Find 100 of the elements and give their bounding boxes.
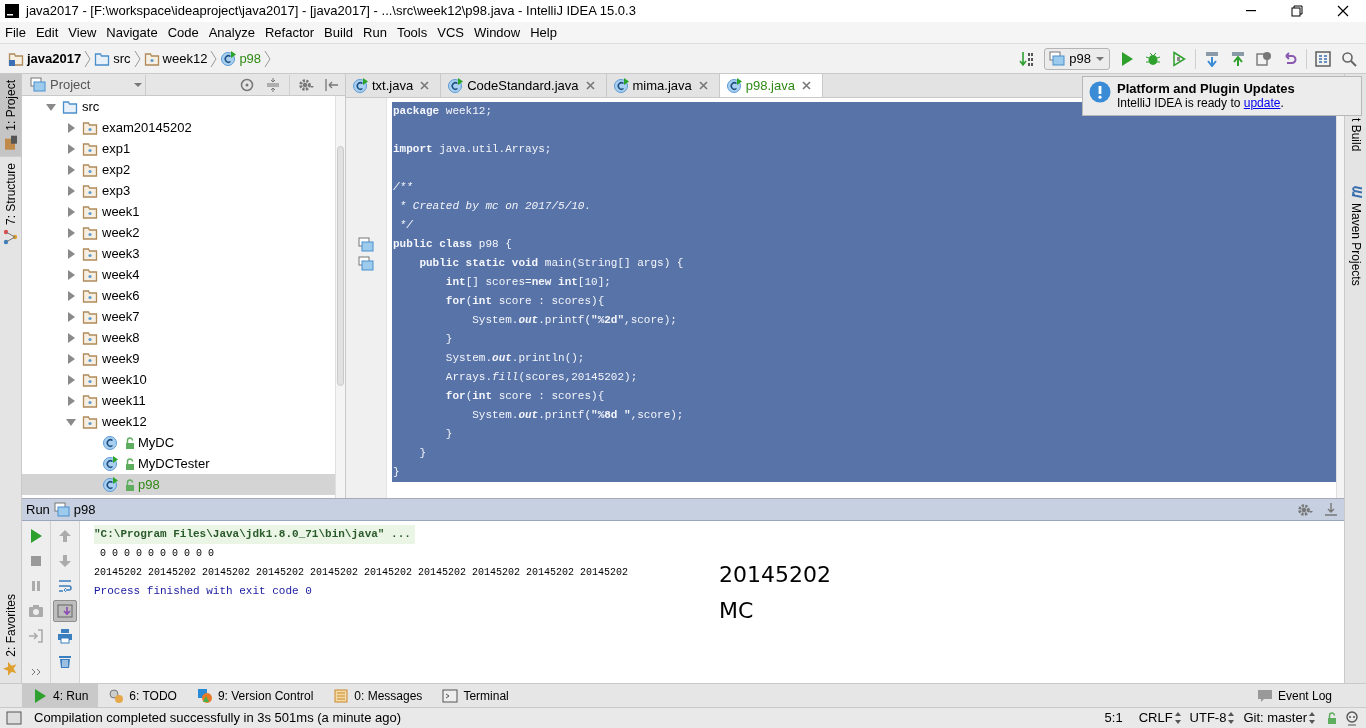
package-folder-icon: [82, 203, 98, 220]
tree-item[interactable]: week4: [22, 264, 335, 285]
tree-item[interactable]: week1: [22, 201, 335, 222]
inspector-icon: [1344, 710, 1360, 726]
menu-item[interactable]: File: [0, 22, 31, 43]
menu-item[interactable]: Code: [162, 22, 204, 43]
package-folder-icon: [82, 350, 98, 367]
encoding-selector[interactable]: UTF-8: [1189, 708, 1236, 728]
tool-window-tab[interactable]: 6: TODO: [98, 684, 187, 707]
scrollbar-thumb[interactable]: [337, 146, 344, 386]
source-folder-icon: [62, 98, 78, 115]
tree-item[interactable]: week3: [22, 243, 335, 264]
overlay-text: MC: [719, 597, 755, 625]
grid-icon: [1315, 50, 1331, 67]
tree-item[interactable]: week11: [22, 390, 335, 411]
package-folder-icon: [82, 224, 98, 241]
editor-tab[interactable]: txt.java: [346, 74, 442, 97]
panel-title: Run: [26, 500, 50, 519]
menu-item[interactable]: Build: [319, 22, 358, 43]
up-arrow-icon: [57, 528, 73, 544]
console-line: Process finished with exit code 0: [94, 585, 312, 597]
tree-item[interactable]: exp3: [22, 180, 335, 201]
menu-item[interactable]: Tools: [391, 22, 433, 43]
tree-item[interactable]: MyDC: [22, 432, 335, 453]
run-config-dropdown[interactable]: p98: [1044, 47, 1110, 70]
nodes-icon: [2, 228, 19, 245]
tree-item[interactable]: src: [22, 96, 335, 117]
menu-item[interactable]: VCS: [432, 22, 469, 43]
printer-icon: [57, 628, 73, 644]
pin-icon: [324, 76, 340, 93]
runnable-class-icon: [447, 77, 464, 94]
breadcrumb-item[interactable]: week12: [141, 46, 210, 71]
scroll-to-end-button[interactable]: [53, 600, 77, 622]
breadcrumb-item[interactable]: java2017: [6, 46, 84, 71]
editor-tab[interactable]: mima.java: [606, 74, 720, 97]
menu-item[interactable]: Edit: [30, 22, 64, 43]
tool-window-tab[interactable]: 2: Favorites: [0, 588, 21, 683]
package-folder-icon: [82, 161, 98, 178]
chevron-icon: [83, 49, 93, 68]
editor-tab[interactable]: CodeStandard.java: [441, 74, 607, 97]
menu-item[interactable]: Analyze: [203, 22, 260, 43]
clock-window-icon: [1256, 50, 1272, 67]
collapse-icon: [265, 76, 281, 93]
tree-item[interactable]: week9: [22, 348, 335, 369]
tool-window-tab[interactable]: 7: Structure: [0, 156, 21, 251]
tree-item[interactable]: week12: [22, 411, 335, 432]
tree-item[interactable]: MyDCTester: [22, 453, 335, 474]
package-folder-icon: [82, 413, 98, 430]
menu-item[interactable]: Refactor: [259, 22, 320, 43]
class-icon: [102, 434, 118, 451]
breadcrumb-item[interactable]: src: [92, 46, 133, 71]
tree-item[interactable]: exp1: [22, 138, 335, 159]
crosshair-icon: [239, 76, 255, 93]
notification-title: Platform and Plugin Updates: [1117, 81, 1295, 96]
play-icon: [1119, 50, 1135, 67]
tool-window-tab[interactable]: 4: Run: [22, 684, 99, 707]
tool-window-tab[interactable]: t Build: [1345, 112, 1366, 158]
settings-icon: [298, 76, 314, 93]
window-title: java2017 - [F:\workspace\ideaproject\java2017] - [java2017] - ...\src\week12\p98.java - IntelliJ IDEA 15.0.3: [26, 2, 636, 21]
tool-window-tab[interactable]: Maven Projects: [1345, 177, 1366, 293]
binary-arrow-icon: [1019, 50, 1036, 67]
menu-item[interactable]: Window: [468, 22, 526, 43]
down-arrow-icon: [57, 553, 73, 569]
line-separator-selector[interactable]: CRLF: [1138, 708, 1182, 728]
editor-tab[interactable]: p98.java: [719, 74, 823, 97]
menu-item[interactable]: View: [63, 22, 102, 43]
window-icon: [53, 501, 70, 518]
tree-item[interactable]: exam20145202: [22, 117, 335, 138]
down-arrow-icon: [1204, 50, 1220, 67]
tree-item[interactable]: week2: [22, 222, 335, 243]
camera-icon: [28, 603, 44, 619]
tree-item[interactable]: exp2: [22, 159, 335, 180]
tree-item[interactable]: week6: [22, 285, 335, 306]
tool-window-tab[interactable]: 9: Version Control: [186, 684, 324, 707]
tool-window-tab[interactable]: Terminal: [432, 684, 519, 707]
cursor-position[interactable]: 5:1: [1104, 708, 1123, 728]
tool-window-tab[interactable]: 0: Messages: [323, 684, 433, 707]
package-folder-icon: [82, 287, 98, 304]
tree-item[interactable]: week10: [22, 369, 335, 390]
runnable-class-icon: [352, 77, 368, 94]
tool-window-tab[interactable]: 1: Project: [0, 74, 21, 157]
package-folder-icon: [82, 329, 98, 346]
package-folder-icon: [82, 140, 98, 157]
play-icon: [28, 528, 44, 544]
breadcrumb-item[interactable]: p98: [218, 46, 264, 71]
chevron-icon: [209, 49, 219, 68]
package-folder-icon: [82, 308, 98, 325]
package-folder-icon: [82, 119, 98, 136]
menu-item[interactable]: Navigate: [101, 22, 163, 43]
menu-item[interactable]: Help: [525, 22, 562, 43]
package-folder-icon: [143, 50, 160, 67]
close-icon: [1335, 3, 1351, 19]
runnable-class-icon: [725, 77, 742, 94]
menu-item[interactable]: Run: [358, 22, 392, 43]
tree-item[interactable]: week7: [22, 306, 335, 327]
stop-icon: [28, 553, 44, 569]
event-log-tab[interactable]: Event Log: [1246, 684, 1342, 707]
wrap-icon: [57, 578, 73, 594]
git-branch-selector[interactable]: Git: master: [1243, 708, 1316, 728]
tree-item[interactable]: week8: [22, 327, 335, 348]
